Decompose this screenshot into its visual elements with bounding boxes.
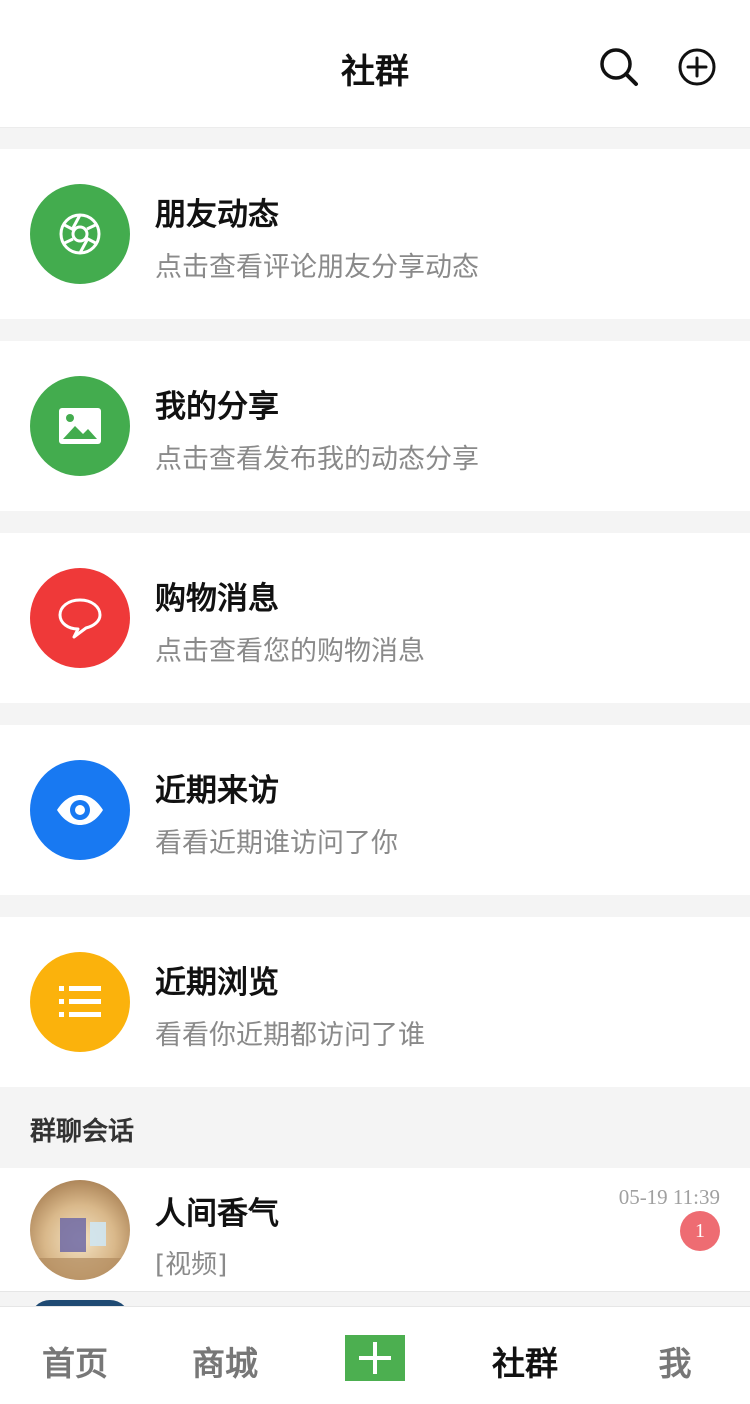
chat-preview: [视频] (155, 1250, 228, 1280)
shutter-icon (30, 184, 130, 284)
card-title: 朋友动态 (155, 197, 279, 233)
card-title: 我的分享 (155, 389, 279, 425)
card-title: 近期浏览 (155, 965, 279, 1001)
chat-bubble-icon (30, 568, 130, 668)
top-bar: 社群 (0, 0, 750, 128)
card-subtitle: 看看你近期都访问了谁 (155, 1020, 425, 1051)
tab-home[interactable]: 首页 (0, 1337, 150, 1385)
bottom-tab-bar: 首页 商城 社群 我 (0, 1306, 750, 1404)
search-icon (600, 48, 638, 86)
card-recent-visitors[interactable]: 近期来访 看看近期谁访问了你 (0, 725, 750, 895)
card-subtitle: 点击查看评论朋友分享动态 (155, 252, 479, 283)
group-chats-heading: 群聊会话 (30, 1117, 135, 1147)
tab-post-button[interactable] (345, 1335, 405, 1381)
chat-name: 人间香气 (155, 1196, 279, 1232)
plus-icon (359, 1342, 391, 1374)
image-icon (30, 376, 130, 476)
card-my-shares[interactable]: 我的分享 点击查看发布我的动态分享 (0, 341, 750, 511)
card-subtitle: 点击查看您的购物消息 (155, 636, 425, 667)
eye-icon (30, 760, 130, 860)
card-friend-moments[interactable]: 朋友动态 点击查看评论朋友分享动态 (0, 149, 750, 319)
chat-list-item[interactable]: 人间香气 [视频] 05-19 11:39 1 (0, 1168, 750, 1292)
card-subtitle: 点击查看发布我的动态分享 (155, 444, 479, 475)
plus-circle-icon (678, 48, 716, 86)
search-button[interactable] (596, 44, 642, 90)
card-shopping-messages[interactable]: 购物消息 点击查看您的购物消息 (0, 533, 750, 703)
card-recent-browsing[interactable]: 近期浏览 看看你近期都访问了谁 (0, 917, 750, 1087)
tab-community[interactable]: 社群 (450, 1337, 600, 1385)
card-subtitle: 看看近期谁访问了你 (155, 828, 398, 859)
add-button[interactable] (674, 44, 720, 90)
avatar (30, 1180, 130, 1280)
tab-mall[interactable]: 商城 (150, 1337, 300, 1385)
tab-me[interactable]: 我 (600, 1337, 750, 1385)
chat-timestamp: 05-19 11:39 (618, 1185, 720, 1209)
card-title: 购物消息 (155, 581, 279, 617)
list-icon (30, 952, 130, 1052)
unread-badge: 1 (680, 1211, 720, 1251)
card-title: 近期来访 (155, 773, 279, 809)
